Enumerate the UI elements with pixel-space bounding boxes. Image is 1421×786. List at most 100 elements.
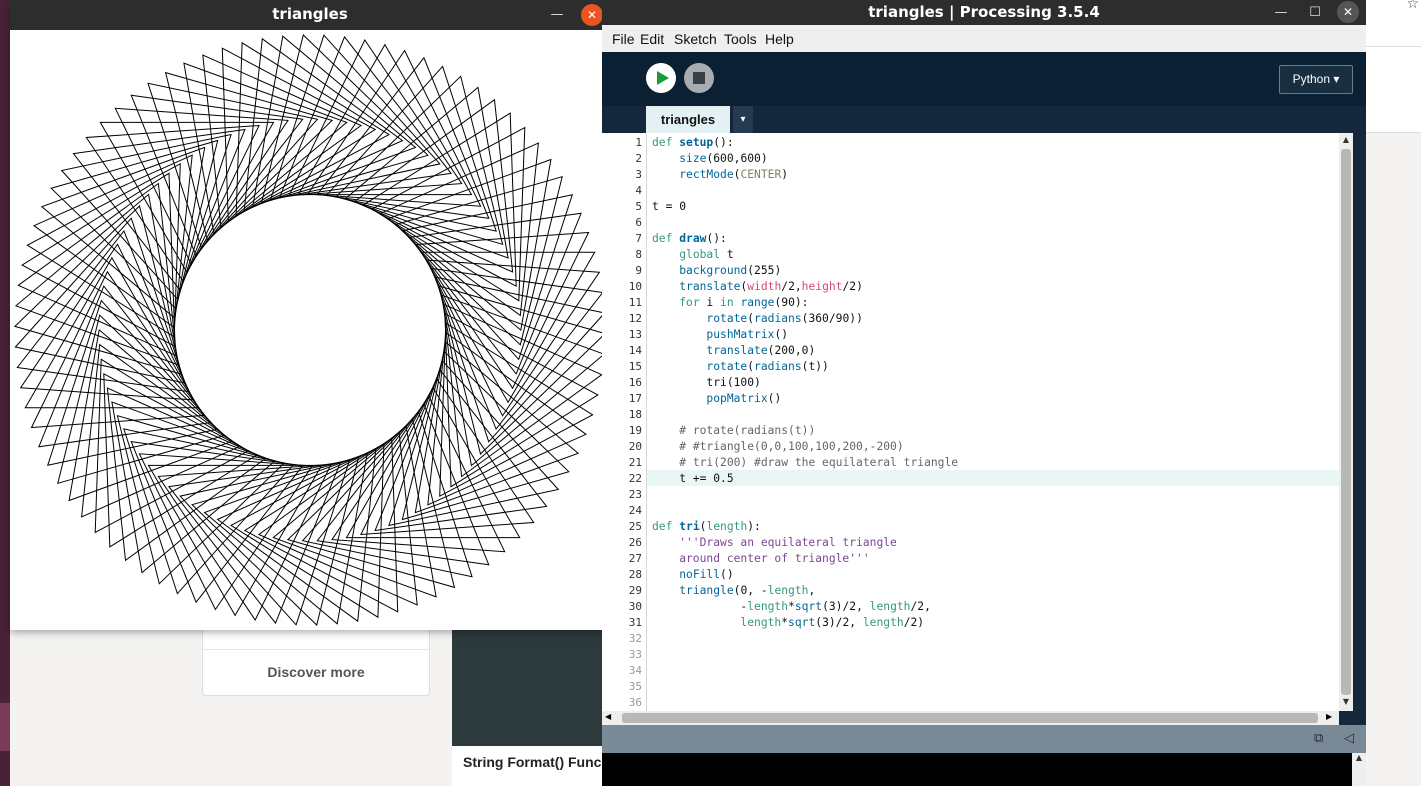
- article-card[interactable]: String Format() Func: [452, 746, 602, 786]
- code-line[interactable]: triangle(0, -length,: [652, 584, 815, 597]
- code-line[interactable]: def draw():: [652, 232, 727, 245]
- scroll-thumb[interactable]: [1341, 149, 1351, 695]
- code-line[interactable]: for i in range(90):: [652, 296, 808, 309]
- code-line[interactable]: '''Draws an equilateral triangle: [652, 536, 897, 549]
- line-number: 20: [628, 440, 642, 453]
- line-number: 11: [628, 296, 642, 309]
- sketch-window-title: triangles: [272, 5, 348, 23]
- line-number: 34: [628, 664, 642, 677]
- menu-edit[interactable]: Edit: [640, 31, 664, 47]
- line-number: 28: [628, 568, 642, 581]
- code-line[interactable]: around center of triangle''': [652, 552, 869, 565]
- code-line[interactable]: pushMatrix(): [652, 328, 788, 341]
- line-number: 2: [635, 152, 642, 165]
- triangle-shape: [111, 401, 276, 574]
- line-number: 13: [628, 328, 642, 341]
- triangle-shape: [272, 425, 437, 598]
- console-scrollbar[interactable]: ▲: [1352, 753, 1366, 786]
- sketch-window: triangles — ✕: [10, 0, 610, 630]
- code-line[interactable]: background(255): [652, 264, 781, 277]
- line-number: 31: [628, 616, 642, 629]
- card-divider: [203, 649, 429, 650]
- run-button[interactable]: [646, 63, 676, 93]
- hscroll-thumb[interactable]: [622, 713, 1318, 723]
- line-number: 7: [635, 232, 642, 245]
- menu-help[interactable]: Help: [765, 31, 794, 47]
- code-line[interactable]: tri(100): [652, 376, 760, 389]
- code-line[interactable]: # rotate(radians(t)): [652, 424, 815, 437]
- line-number: 26: [628, 536, 642, 549]
- line-number: 6: [635, 216, 642, 229]
- triangle-shape: [439, 322, 594, 498]
- code-editor[interactable]: 1 2 3 4 5 6 7 8 9 10 11 12 13 14 15 16 17 18 19 20 21 22 23 24 2…: [602, 133, 1339, 711]
- editor-vertical-scrollbar[interactable]: ▲ ▼: [1339, 133, 1353, 711]
- minimize-icon[interactable]: —: [1270, 2, 1292, 24]
- bookmark-star-icon[interactable]: ☆: [1406, 0, 1419, 12]
- stop-button[interactable]: [684, 63, 714, 93]
- code-line[interactable]: size(600,600): [652, 152, 767, 165]
- line-number: 12: [628, 312, 642, 325]
- scroll-left-icon[interactable]: ◀: [605, 712, 611, 721]
- scroll-right-icon[interactable]: ▶: [1326, 712, 1332, 721]
- console-area[interactable]: ▲: [602, 753, 1366, 786]
- menu-bar: File Edit Sketch Tools Help: [602, 25, 1366, 52]
- mode-selector[interactable]: Python ▾: [1279, 65, 1353, 94]
- code-line[interactable]: translate(200,0): [652, 344, 815, 357]
- code-line[interactable]: global t: [652, 248, 733, 261]
- ide-toolbar: Python ▾: [602, 52, 1366, 106]
- code-line[interactable]: -length*sqrt(3)/2, length/2,: [652, 600, 930, 613]
- editor-horizontal-scrollbar[interactable]: ◀ ▶: [602, 711, 1339, 725]
- code-line[interactable]: t += 0.5: [652, 472, 733, 485]
- triangle-shape: [202, 54, 363, 229]
- menu-file[interactable]: File: [612, 31, 635, 47]
- code-line[interactable]: # tri(200) #draw the equilateral triangl…: [652, 456, 958, 469]
- processing-ide-window: triangles | Processing 3.5.4 — ☐ ✕ File …: [602, 0, 1366, 786]
- line-number-gutter: 1 2 3 4 5 6 7 8 9 10 11 12 13 14 15 16 17 18 19 20 21 22 23 24 2…: [602, 133, 647, 711]
- close-icon[interactable]: ✕: [1337, 1, 1359, 23]
- menu-tools[interactable]: Tools: [724, 31, 757, 47]
- line-number: 17: [628, 392, 642, 405]
- triangle-shape: [297, 43, 473, 196]
- line-number: 8: [635, 248, 642, 261]
- code-line[interactable]: noFill(): [652, 568, 733, 581]
- line-number: 19: [628, 424, 642, 437]
- toolbar-divider: [1366, 46, 1421, 47]
- code-line[interactable]: rectMode(CENTER): [652, 168, 788, 181]
- discover-more-link[interactable]: Discover more: [203, 664, 429, 680]
- scroll-up-icon[interactable]: ▲: [1339, 135, 1353, 144]
- code-line[interactable]: translate(width/2,height/2): [652, 280, 863, 293]
- tab-triangles[interactable]: triangles: [646, 106, 730, 133]
- line-number: 10: [628, 280, 642, 293]
- triangle-shape: [183, 62, 348, 235]
- code-line[interactable]: length*sqrt(3)/2, length/2): [652, 616, 924, 629]
- code-line[interactable]: rotate(radians(360/90)): [652, 312, 862, 325]
- console-toggle-icon[interactable]: ⧉: [1314, 731, 1323, 746]
- code-line[interactable]: rotate(radians(t)): [652, 360, 828, 373]
- code-line[interactable]: popMatrix(): [652, 392, 781, 405]
- line-number: 18: [628, 408, 642, 421]
- collapse-icon[interactable]: ◁: [1344, 731, 1354, 746]
- sketch-titlebar[interactable]: triangles — ✕: [10, 0, 610, 30]
- triangle-shape: [401, 350, 570, 521]
- line-number: 4: [635, 184, 642, 197]
- minimize-icon[interactable]: —: [546, 4, 568, 26]
- close-icon[interactable]: ✕: [581, 4, 603, 26]
- line-number: 36: [628, 696, 642, 709]
- line-number: 22: [628, 472, 642, 485]
- line-number: 1: [635, 136, 642, 149]
- triangle-shape: [442, 303, 603, 478]
- menu-sketch[interactable]: Sketch: [674, 31, 717, 47]
- line-number: 25: [628, 520, 642, 533]
- code-line[interactable]: t = 0: [652, 200, 686, 213]
- article-title[interactable]: String Format() Func: [463, 754, 601, 770]
- triangles-drawing: [13, 34, 607, 626]
- code-line[interactable]: # #triangle(0,0,100,100,200,-200): [652, 440, 903, 453]
- line-number: 24: [628, 504, 642, 517]
- scroll-down-icon[interactable]: ▼: [1339, 697, 1353, 706]
- code-line[interactable]: def tri(length):: [652, 520, 761, 533]
- triangle-shape: [388, 359, 560, 527]
- ide-titlebar[interactable]: triangles | Processing 3.5.4 — ☐ ✕: [602, 0, 1366, 25]
- code-line[interactable]: def setup():: [652, 136, 734, 149]
- tab-menu-button[interactable]: ▾: [733, 106, 753, 133]
- maximize-icon[interactable]: ☐: [1304, 2, 1326, 24]
